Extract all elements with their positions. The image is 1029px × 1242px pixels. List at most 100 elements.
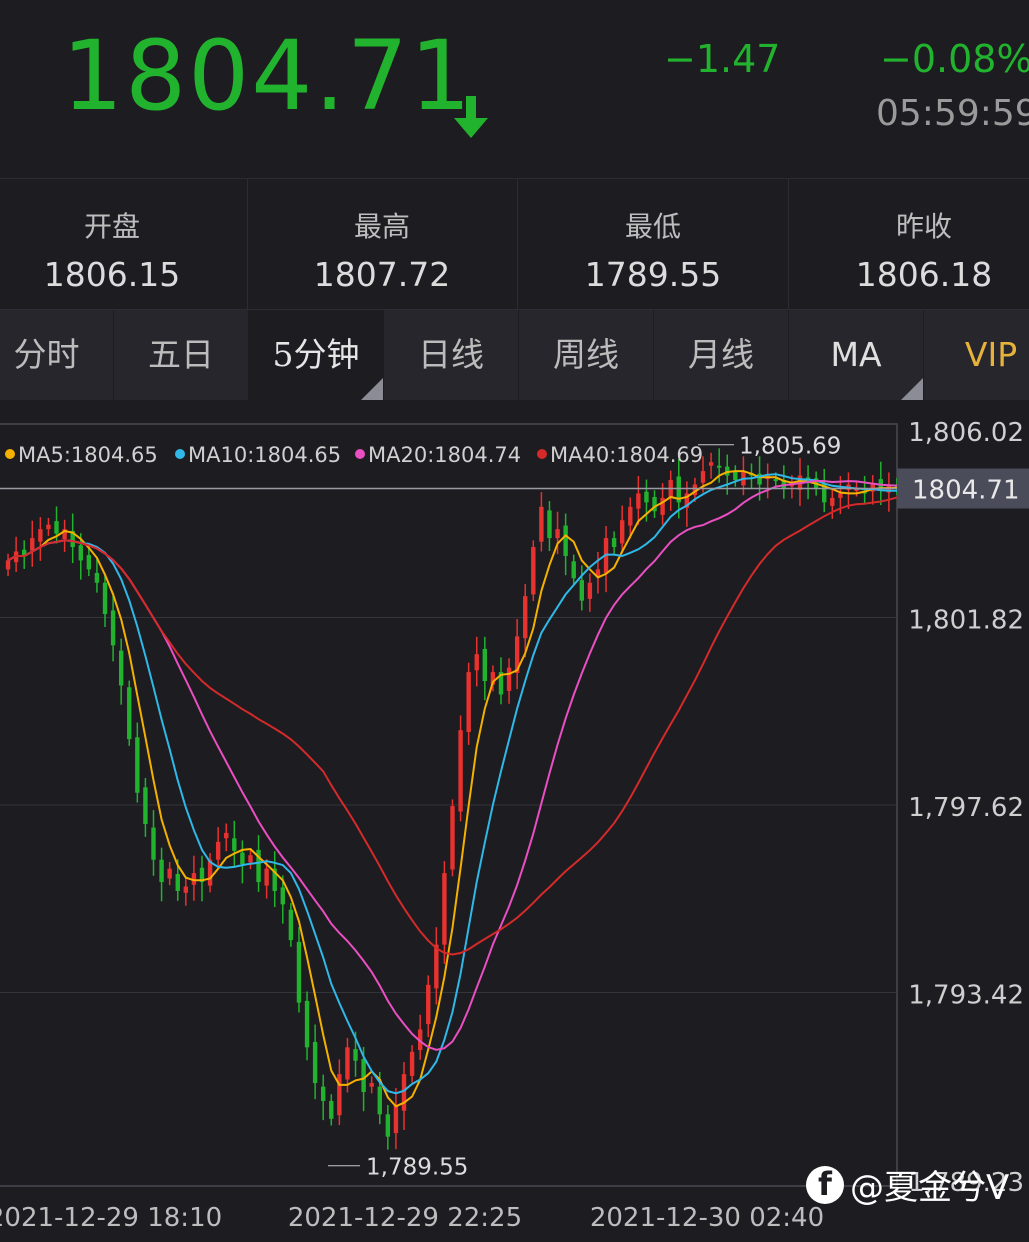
facebook-icon: f [806, 1165, 844, 1204]
legend-dot [175, 449, 185, 459]
stat-prev-close: 昨收 1806.18 [789, 179, 1029, 309]
candle-body [240, 852, 245, 865]
candle-body [264, 868, 269, 886]
candle-body [312, 1041, 318, 1084]
legend-dot [355, 449, 365, 459]
tab-label: MA [830, 335, 882, 374]
dropdown-corner-icon [901, 378, 923, 400]
legend-dot [5, 449, 15, 459]
tab-monthly[interactable]: 月线 [654, 310, 789, 400]
candle-body [329, 1100, 334, 1119]
candle-body [304, 1000, 310, 1048]
candle-body [102, 582, 108, 615]
candle-body [46, 524, 51, 530]
candle-body [5, 560, 11, 570]
candle-body [353, 1049, 358, 1061]
tab-five-day[interactable]: 五日 [114, 310, 249, 400]
candle-body [296, 941, 302, 1003]
candle-body [94, 572, 100, 583]
tab-5min[interactable]: 5分钟 [249, 310, 384, 400]
stat-value: 1807.72 [313, 255, 451, 294]
tab-weekly[interactable]: 周线 [519, 310, 654, 400]
ma40-line [7, 496, 898, 956]
ma10-line [7, 473, 898, 1095]
y-tick-label: 1,797.62 [908, 793, 1024, 823]
candle-body [385, 1114, 391, 1137]
candle-body [466, 672, 471, 732]
candle-body [620, 520, 625, 544]
legend-label: MA20:1804.74 [368, 443, 521, 467]
candle-body [110, 610, 116, 646]
candle-body [135, 737, 140, 793]
tab-ma[interactable]: MA [789, 310, 924, 400]
candle-body [571, 561, 576, 579]
candle-body [143, 787, 148, 824]
candle-body [434, 944, 439, 989]
stat-label: 开盘 [83, 210, 140, 243]
candle-body [167, 868, 172, 879]
high-annotation-label: 1,805.69 [739, 434, 841, 460]
candle-body [523, 596, 528, 639]
candle-body [442, 873, 447, 945]
x-tick-label: 2021-12-29 22:25 [288, 1203, 522, 1233]
candle-body [175, 874, 180, 891]
stat-label: 最低 [624, 210, 681, 243]
ma20-line [7, 479, 898, 1051]
candle-body [708, 462, 714, 466]
candle-body [838, 493, 843, 498]
candle-body [248, 855, 253, 863]
stat-low: 最低 1789.55 [518, 179, 789, 309]
candle-body [54, 521, 59, 534]
candle-body [773, 479, 778, 482]
candle-body [127, 687, 132, 740]
candle-body [288, 909, 294, 941]
candle-body [547, 510, 552, 539]
arrow-down-icon [454, 96, 488, 138]
candle-body [345, 1047, 350, 1080]
candle-body [86, 555, 92, 570]
candle-body [30, 538, 35, 551]
candle-body [830, 497, 835, 506]
candle-body [151, 827, 156, 860]
stat-value: 1806.18 [855, 255, 993, 294]
stat-high: 最高 1807.72 [247, 179, 518, 309]
candle-body [506, 667, 512, 691]
candle-body [716, 465, 722, 468]
last-price: 1804.71 [62, 20, 473, 132]
candle-body [636, 493, 641, 509]
candle-body [321, 1086, 326, 1101]
stat-value: 1789.55 [584, 255, 722, 294]
y-tick-label: 1,806.02 [908, 418, 1024, 448]
candle-body [611, 538, 617, 548]
period-tabs: 分时 五日 5分钟 日线 周线 月线 MA VIP [0, 310, 1029, 400]
tab-daily[interactable]: 日线 [384, 310, 519, 400]
candle-body [401, 1074, 407, 1111]
candlestick-chart[interactable]: 1,806.021,801.821,797.621,793.421,789.23… [0, 400, 1029, 1242]
tab-vip[interactable]: VIP [924, 310, 1029, 400]
stat-value: 1806.15 [43, 255, 181, 294]
candle-body [224, 832, 229, 839]
candle-body [118, 650, 124, 686]
candle-body [183, 886, 189, 893]
candle-body [78, 545, 83, 561]
candle-body [369, 1083, 374, 1087]
candle-body [644, 491, 649, 503]
legend-label: MA10:1804.65 [188, 443, 341, 467]
candle-body [38, 529, 43, 542]
candle-body [361, 1058, 366, 1093]
tab-intraday[interactable]: 分时 [0, 310, 114, 400]
candle-body [482, 648, 488, 682]
candle-body [215, 841, 221, 860]
current-price-label: 1804.71 [912, 476, 1020, 506]
candle-body [628, 506, 633, 526]
legend-dot [537, 449, 547, 459]
candle-body [539, 506, 544, 542]
candle-body [563, 525, 568, 556]
y-tick-label: 1,793.42 [908, 981, 1024, 1011]
candle-body [700, 471, 706, 483]
candle-body [159, 859, 164, 883]
legend-label: MA40:1804.69 [550, 443, 703, 467]
stat-label: 昨收 [895, 210, 952, 243]
candle-body [587, 582, 593, 599]
candle-body [531, 547, 536, 595]
